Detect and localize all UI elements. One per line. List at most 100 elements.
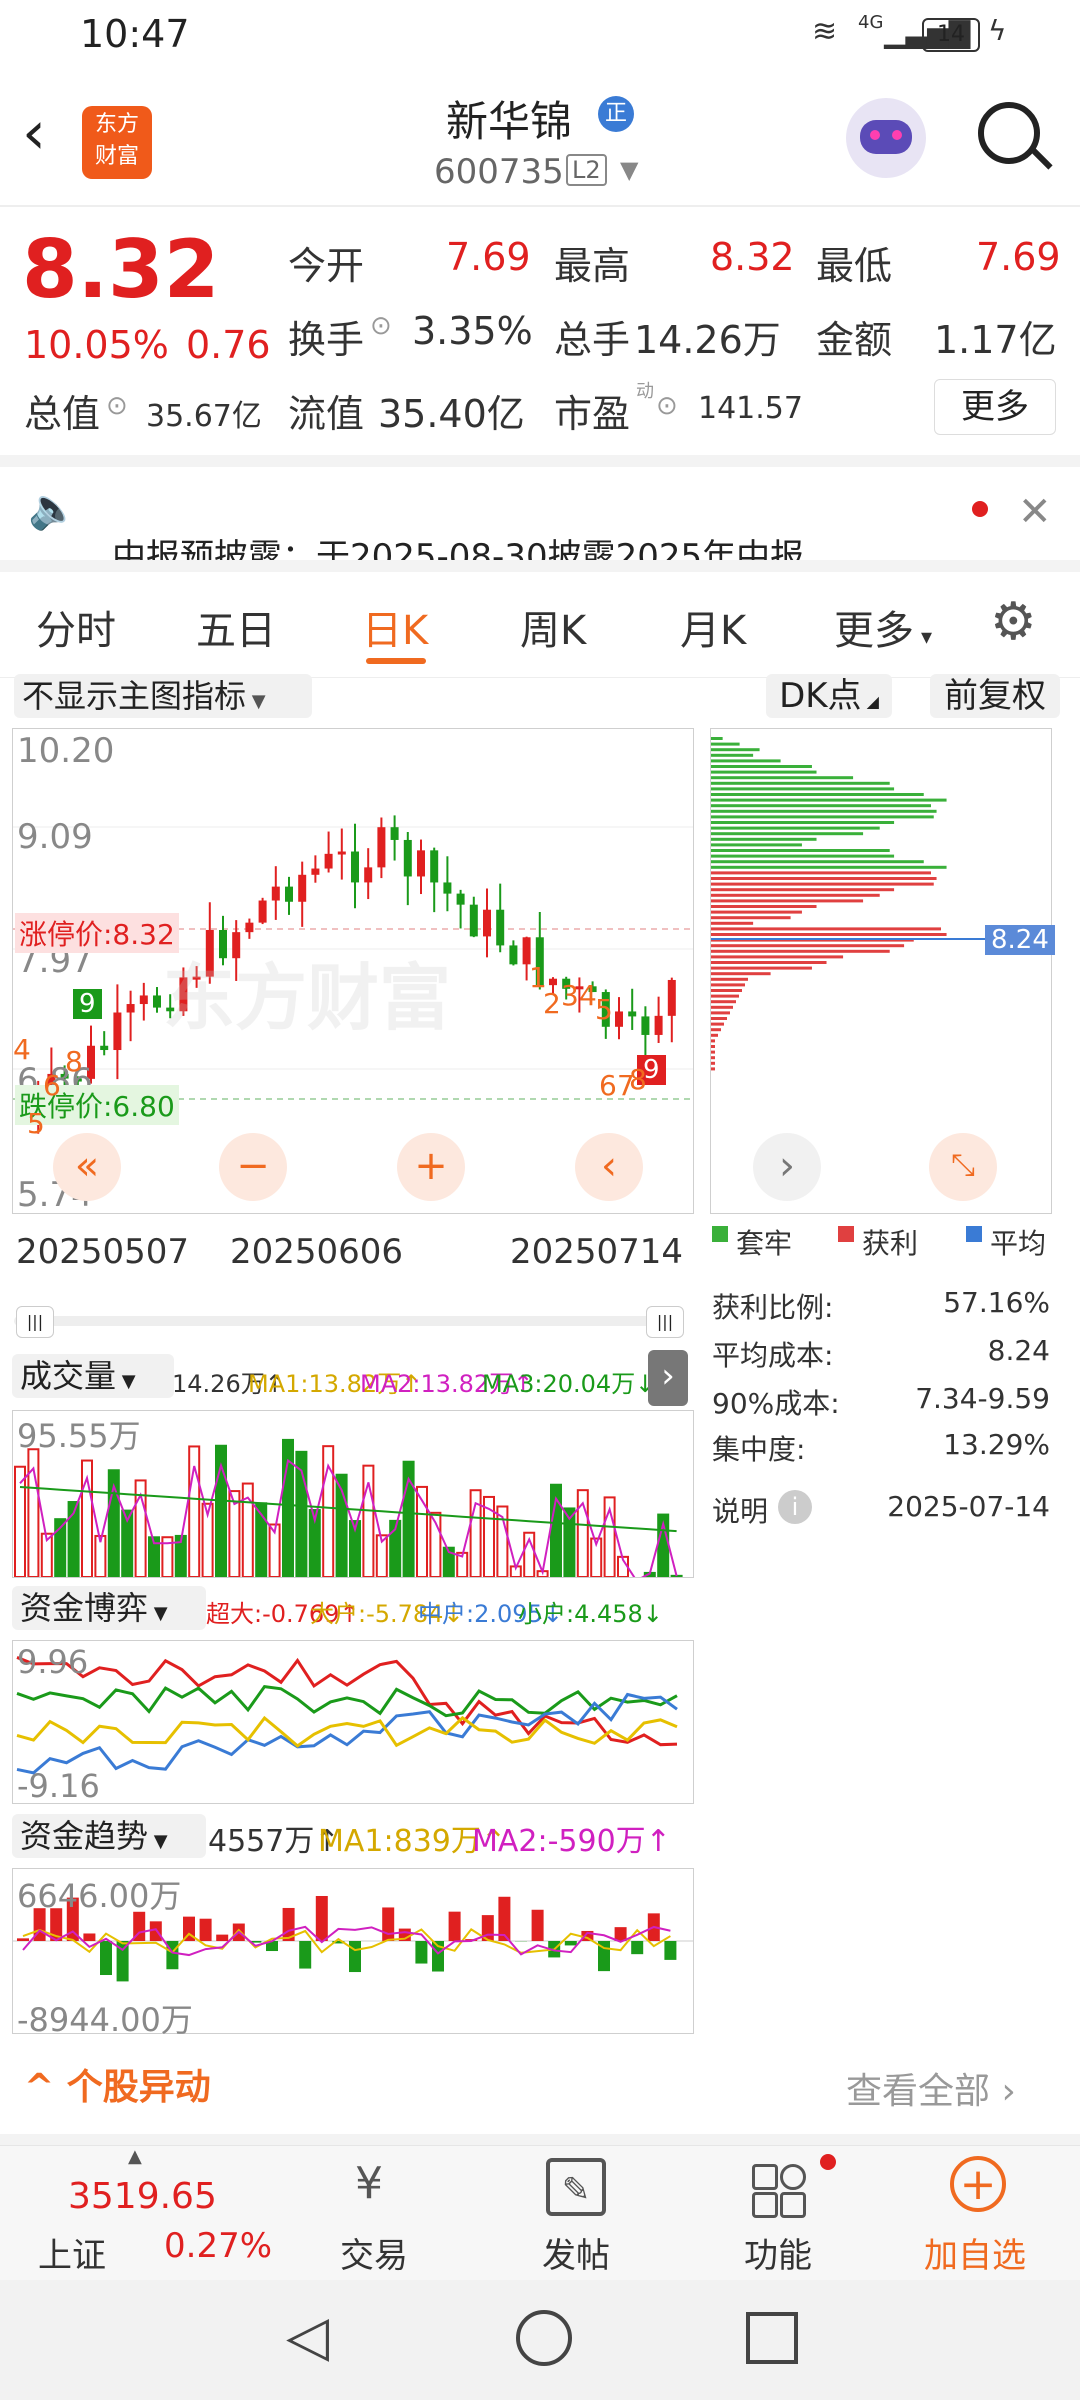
x-label-2: 20250606 (230, 1232, 404, 1272)
announcement-bar[interactable]: 🔈 中报预披露：于2025-08-30披露2025年中报 ✕ (0, 455, 1080, 577)
fund-game-svg (16, 1656, 678, 1775)
fund-trend-select[interactable]: 资金趋势 ▼ (12, 1814, 206, 1858)
adjust-button[interactable]: 前复权 (930, 674, 1060, 718)
tab-more[interactable]: 更多 ▾ (834, 598, 932, 656)
movement-title: 个股异动 (66, 2067, 211, 2108)
nav-home-icon[interactable] (516, 2310, 572, 2366)
scroll-left-button[interactable]: ‹ (575, 1133, 643, 1201)
range-handle-left[interactable]: ||| (16, 1306, 54, 1338)
chip-bar (711, 770, 817, 774)
caret-down-icon: ▾ (914, 625, 933, 650)
trade-label[interactable]: 交易 (340, 2228, 408, 2277)
candle-body (483, 909, 491, 937)
add-watchlist-icon[interactable]: + (950, 2156, 1006, 2212)
close-icon[interactable]: ✕ (1018, 489, 1052, 535)
add-watchlist-label[interactable]: 加自选 (924, 2228, 1026, 2277)
candle-body (245, 922, 254, 933)
main-indicator-select[interactable]: 不显示主图指标 ▼ (14, 674, 312, 718)
tab-daily-k[interactable]: 日K (362, 598, 428, 656)
chip-next-button[interactable]: › (753, 1133, 821, 1201)
chip-note-label[interactable]: 说明 (712, 1490, 768, 1530)
index-name[interactable]: 上证 (38, 2228, 106, 2277)
chip-bar (711, 877, 937, 880)
index-value[interactable]: 3519.65 (68, 2176, 217, 2217)
open-label: 今开 (288, 244, 365, 288)
functions-label[interactable]: 功能 (744, 2228, 812, 2277)
tab-intraday[interactable]: 分时 (36, 598, 116, 656)
marker-9-green: 9 (73, 989, 102, 1019)
kline-chart[interactable]: 10.20 9.09 7.97 6.86 5.74 涨停价:8.32 跌停价:6… (12, 728, 694, 1215)
fund-trend-bar (664, 1941, 677, 1960)
robot-assistant-icon[interactable] (846, 98, 926, 178)
range-handle-right[interactable]: ||| (646, 1306, 684, 1338)
volume-chart[interactable]: 95.55万 (12, 1410, 694, 1578)
chip-bar (711, 804, 931, 808)
fund-trend-chart[interactable]: 6646.00万 -8944.00万 (12, 1868, 694, 2039)
candle-body (139, 995, 148, 1005)
change-pct: 10.05% (24, 323, 169, 367)
caret-down-icon: ▼ (246, 691, 266, 712)
fund-trend-bar (382, 1907, 395, 1941)
view-all-link[interactable]: 查看全部 › (846, 2062, 1016, 2114)
status-time: 10:47 (80, 12, 190, 56)
volume-select[interactable]: 成交量 ▼ (12, 1354, 174, 1398)
candle-body (324, 853, 333, 869)
fund-trend-bar (17, 1938, 29, 1941)
dk-point-button[interactable]: DK点 ◢ (766, 674, 892, 718)
pe-info-icon[interactable]: ⊙ (656, 391, 678, 421)
chip-distribution[interactable]: 8.24 › ⤡ (710, 728, 1055, 1214)
trade-icon[interactable]: ¥ (334, 2158, 404, 2218)
network-label: 4G (858, 12, 884, 33)
movement-header[interactable]: ^ 个股异动 (24, 2058, 211, 2110)
chip-bar (711, 1067, 715, 1071)
verified-badge: 正 (598, 96, 634, 132)
settings-gear-icon[interactable]: ⚙ (990, 592, 1037, 652)
post-label[interactable]: 发帖 (542, 2228, 610, 2277)
fund-game-select[interactable]: 资金博弈 ▼ (12, 1586, 206, 1630)
chip-bar (711, 1017, 727, 1020)
fund-game-chart[interactable]: 9.96 -9.16 (12, 1640, 694, 1805)
candle-body (258, 900, 267, 923)
chip-bar (711, 882, 934, 886)
x-label-3: 20250714 (510, 1232, 684, 1272)
candle-body (298, 874, 307, 902)
chip-bar (711, 899, 864, 903)
candle-body (509, 945, 518, 965)
tab-five-day[interactable]: 五日 (196, 598, 276, 656)
dropdown-icon[interactable]: ▼ (620, 156, 638, 184)
range-slider[interactable] (14, 1316, 668, 1326)
back-icon[interactable]: ‹ (22, 98, 46, 168)
info-icon[interactable]: i (778, 1490, 812, 1524)
index-pct[interactable]: 0.27% (164, 2226, 272, 2266)
turnover-value: 3.35% (412, 309, 533, 353)
turnover-info-icon[interactable]: ⊙ (370, 311, 392, 341)
zoom-out-button[interactable]: − (219, 1133, 287, 1201)
info-icon[interactable]: ⊙ (106, 391, 128, 421)
post-icon[interactable]: ✎ (546, 2158, 606, 2216)
scroll-left-far-button[interactable]: « (53, 1133, 121, 1201)
nav-back-icon[interactable]: ◁ (286, 2304, 329, 2369)
tab-weekly-k[interactable]: 周K (520, 598, 586, 656)
search-icon[interactable] (978, 102, 1040, 164)
tab-monthly-k[interactable]: 月K (680, 598, 746, 656)
chip-bar (711, 933, 947, 936)
app-logo[interactable]: 东方 财富 (82, 106, 152, 179)
fund-trend-bar (448, 1911, 461, 1941)
chip-bar (711, 905, 817, 908)
chip-bar (711, 787, 895, 791)
chip-bar (711, 1022, 724, 1026)
chip-bar (711, 759, 781, 763)
fund-trend-bar (415, 1941, 428, 1964)
chip-bar (711, 815, 934, 819)
fund-trend-bar (83, 1933, 96, 1941)
more-button[interactable]: 更多 (934, 379, 1056, 435)
zoom-in-button[interactable]: + (397, 1133, 465, 1201)
fund-game-line (16, 1656, 678, 1747)
candle-body (469, 904, 478, 937)
expand-icon[interactable]: ⤡ (929, 1133, 997, 1201)
caret-down-icon: ▼ (148, 1831, 168, 1852)
indicator-next-button[interactable]: › (648, 1350, 688, 1406)
level-badge[interactable]: L2 (566, 154, 607, 186)
quote-panel: 8.32 10.05% 0.76 总值 ⊙ 35.67亿 今开 7.69 最高 … (0, 205, 1080, 455)
nav-recents-icon[interactable] (746, 2312, 798, 2364)
